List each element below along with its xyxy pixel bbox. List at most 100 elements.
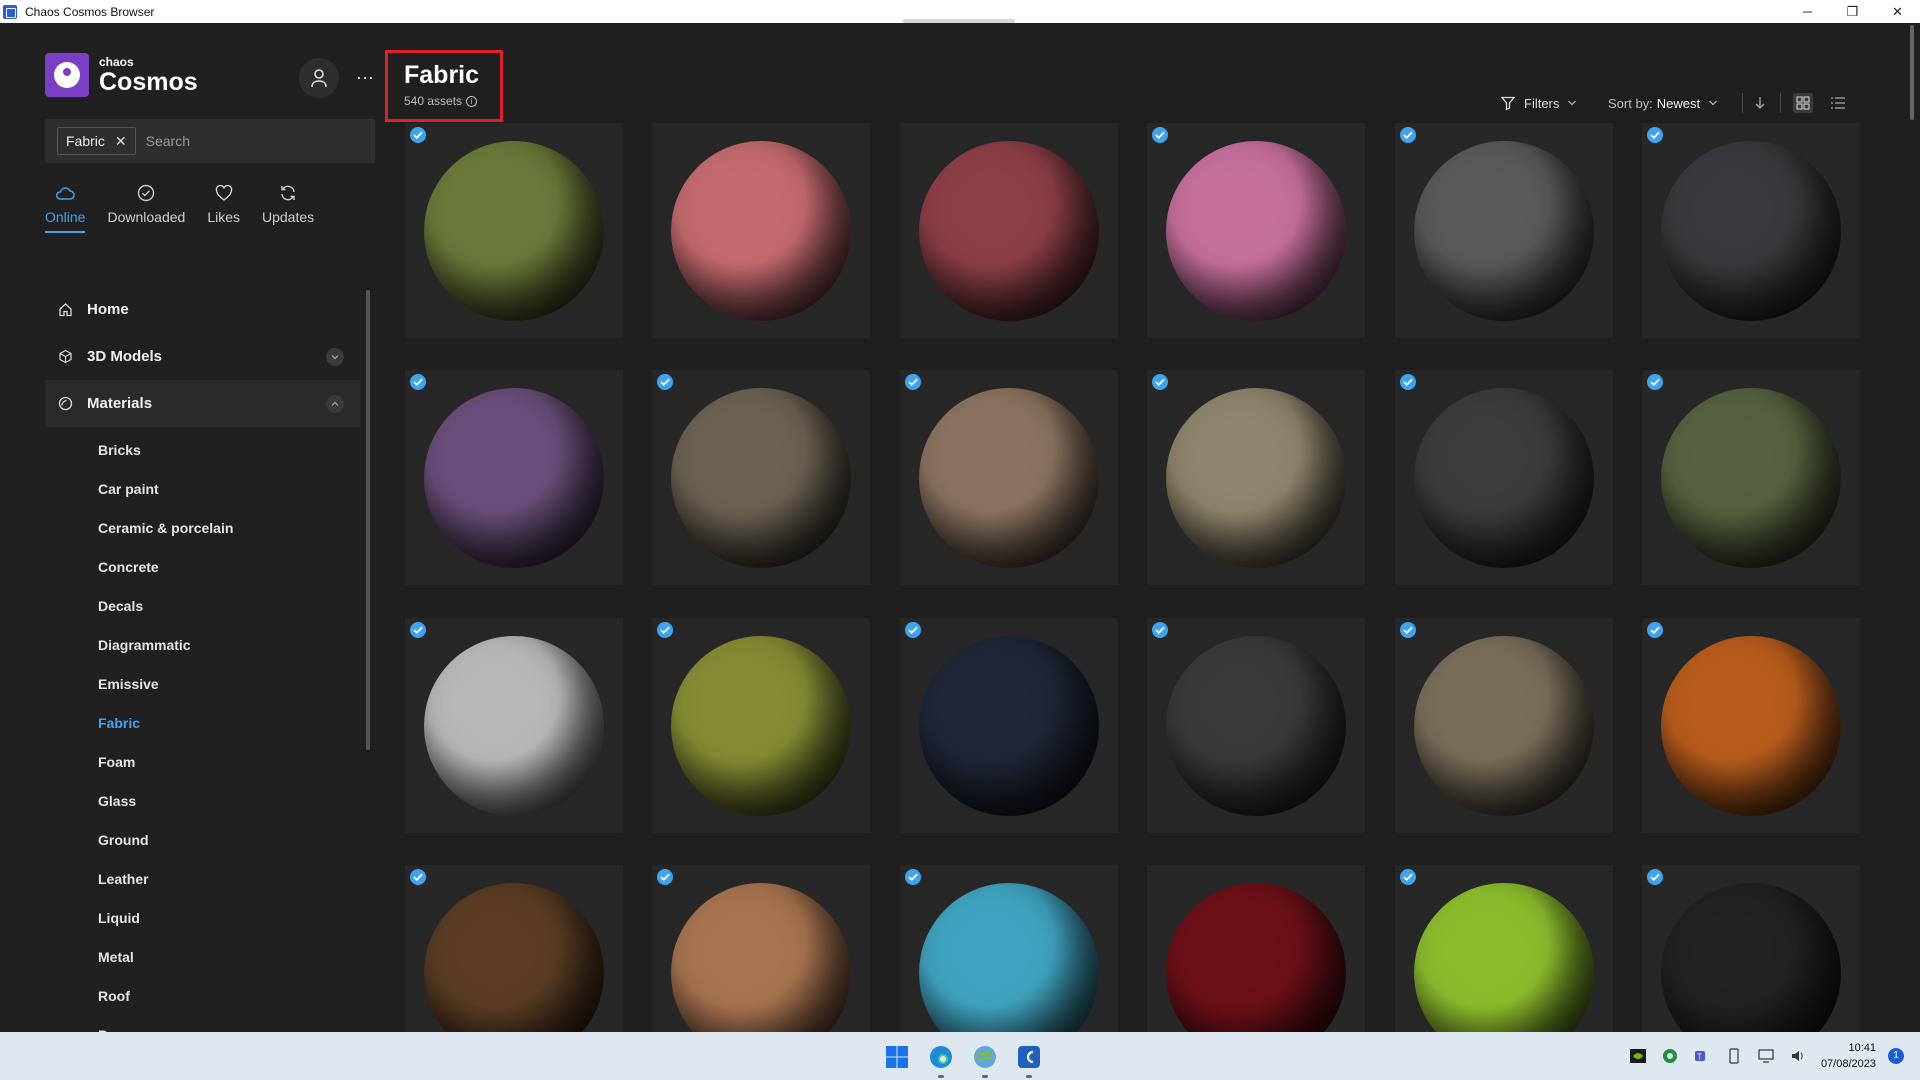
sidebar-subitem-concrete[interactable]: Concrete [45, 548, 360, 587]
sidebar-subitem-decals[interactable]: Decals [45, 587, 360, 626]
asset-card[interactable] [1147, 618, 1365, 833]
heart-icon [215, 181, 233, 205]
material-preview [1661, 388, 1841, 568]
downloaded-check-icon [1400, 869, 1416, 885]
sort-direction-button[interactable] [1750, 93, 1770, 113]
asset-grid [405, 123, 1860, 1032]
tab-likes[interactable]: Likes [207, 181, 240, 233]
sidebar-subitem-ground[interactable]: Ground [45, 821, 360, 860]
sidebar-subitem-liquid[interactable]: Liquid [45, 899, 360, 938]
asset-card[interactable] [1395, 370, 1613, 585]
nvidia-icon[interactable] [1629, 1047, 1647, 1065]
asset-card[interactable] [1395, 865, 1613, 1032]
sidebar-subitem-car-paint[interactable]: Car paint [45, 470, 360, 509]
asset-card[interactable] [652, 865, 870, 1032]
tab-updates[interactable]: Updates [262, 181, 314, 233]
asset-card[interactable] [1395, 618, 1613, 833]
asset-card[interactable] [652, 618, 870, 833]
sidebar-subitem-emissive[interactable]: Emissive [45, 665, 360, 704]
chevron-down-icon[interactable] [326, 347, 344, 366]
system-clock[interactable]: 10:41 07/08/2023 [1821, 1040, 1876, 1072]
material-preview [919, 636, 1099, 816]
sort-dropdown[interactable]: Sort by: Newest [1608, 91, 1718, 115]
sidebar-subitem-bricks[interactable]: Bricks [45, 431, 360, 470]
sidebar-subitem-diagrammatic[interactable]: Diagrammatic [45, 626, 360, 665]
sidebar-subitem-glass[interactable]: Glass [45, 782, 360, 821]
asset-card[interactable] [405, 123, 623, 338]
windows-icon [886, 1046, 908, 1068]
sidebar: chaos Cosmos ··· Fabric ✕ Online Downloa… [0, 23, 386, 1043]
list-view-button[interactable] [1828, 93, 1848, 113]
teams-icon[interactable]: T [1693, 1047, 1711, 1065]
brand-logo[interactable]: chaos Cosmos [45, 53, 198, 97]
material-preview [671, 883, 851, 1032]
sidebar-subitem-ceramic-porcelain[interactable]: Ceramic & porcelain [45, 509, 360, 548]
filter-chip-label: Fabric [66, 133, 105, 149]
asset-card[interactable] [405, 618, 623, 833]
close-button[interactable]: ✕ [1875, 0, 1920, 23]
material-preview [1166, 883, 1346, 1032]
asset-card[interactable] [900, 618, 1118, 833]
asset-card[interactable] [1395, 123, 1613, 338]
tab-online[interactable]: Online [45, 181, 85, 233]
downloaded-check-icon [410, 869, 426, 885]
filters-label: Filters [1524, 95, 1560, 111]
asset-card[interactable] [652, 370, 870, 585]
network-icon[interactable] [1757, 1047, 1775, 1065]
asset-card[interactable] [1147, 370, 1365, 585]
minimize-button[interactable]: ─ [1785, 0, 1830, 23]
filters-button[interactable]: Filters [1500, 91, 1577, 115]
user-account-button[interactable] [299, 58, 339, 98]
sidebar-item-3d-models[interactable]: 3D Models [45, 333, 360, 380]
info-icon[interactable]: i [466, 95, 478, 107]
sidebar-subitem-roof[interactable]: Roof [45, 977, 360, 1016]
start-button[interactable] [882, 1042, 912, 1072]
sidebar-item-home[interactable]: Home [45, 286, 360, 333]
taskbar-edge[interactable] [926, 1042, 956, 1078]
volume-icon[interactable] [1789, 1047, 1807, 1065]
grid-view-button[interactable] [1793, 93, 1813, 113]
brand-text: chaos Cosmos [99, 56, 198, 95]
asset-card[interactable] [652, 123, 870, 338]
asset-card[interactable] [1147, 865, 1365, 1032]
sidebar-subitem-metal[interactable]: Metal [45, 938, 360, 977]
sidebar-item-materials[interactable]: Materials [45, 380, 360, 427]
security-icon[interactable] [1661, 1047, 1679, 1065]
tab-likes-label: Likes [207, 209, 240, 225]
main-scrollbar[interactable] [1910, 25, 1914, 120]
sidebar-scrollbar[interactable] [366, 290, 370, 750]
asset-card[interactable] [1147, 123, 1365, 338]
taskbar-cosmos[interactable] [1014, 1042, 1044, 1078]
notification-badge[interactable]: 1 [1888, 1048, 1904, 1064]
asset-card[interactable] [405, 865, 623, 1032]
asset-card[interactable] [900, 123, 1118, 338]
sidebar-item-materials-label: Materials [87, 395, 153, 412]
asset-card[interactable] [1642, 865, 1860, 1032]
asset-card[interactable] [900, 370, 1118, 585]
restore-button[interactable]: ❐ [1830, 0, 1875, 23]
toolbar-divider [1780, 93, 1781, 113]
sidebar-subitem-foam[interactable]: Foam [45, 743, 360, 782]
asset-card[interactable] [1642, 123, 1860, 338]
downloaded-check-icon [410, 374, 426, 390]
filter-chip[interactable]: Fabric ✕ [57, 127, 136, 155]
search-input[interactable] [145, 133, 316, 149]
downloaded-check-icon [1152, 127, 1168, 143]
sidebar-item-home-label: Home [87, 301, 129, 318]
material-preview [1414, 388, 1594, 568]
downloaded-check-icon [1647, 622, 1663, 638]
tab-downloaded[interactable]: Downloaded [107, 181, 185, 233]
asset-card[interactable] [1642, 618, 1860, 833]
sidebar-subitem-fabric[interactable]: Fabric [45, 704, 360, 743]
taskbar-sketchup[interactable] [970, 1042, 1000, 1078]
asset-card[interactable] [405, 370, 623, 585]
usb-icon[interactable] [1725, 1047, 1743, 1065]
remove-chip-icon[interactable]: ✕ [115, 133, 127, 150]
chevron-up-icon[interactable] [326, 394, 344, 413]
asset-card[interactable] [900, 865, 1118, 1032]
more-options-button[interactable]: ··· [354, 65, 376, 89]
material-preview [919, 141, 1099, 321]
arrow-down-icon [1755, 97, 1765, 109]
asset-card[interactable] [1642, 370, 1860, 585]
sidebar-subitem-leather[interactable]: Leather [45, 860, 360, 899]
